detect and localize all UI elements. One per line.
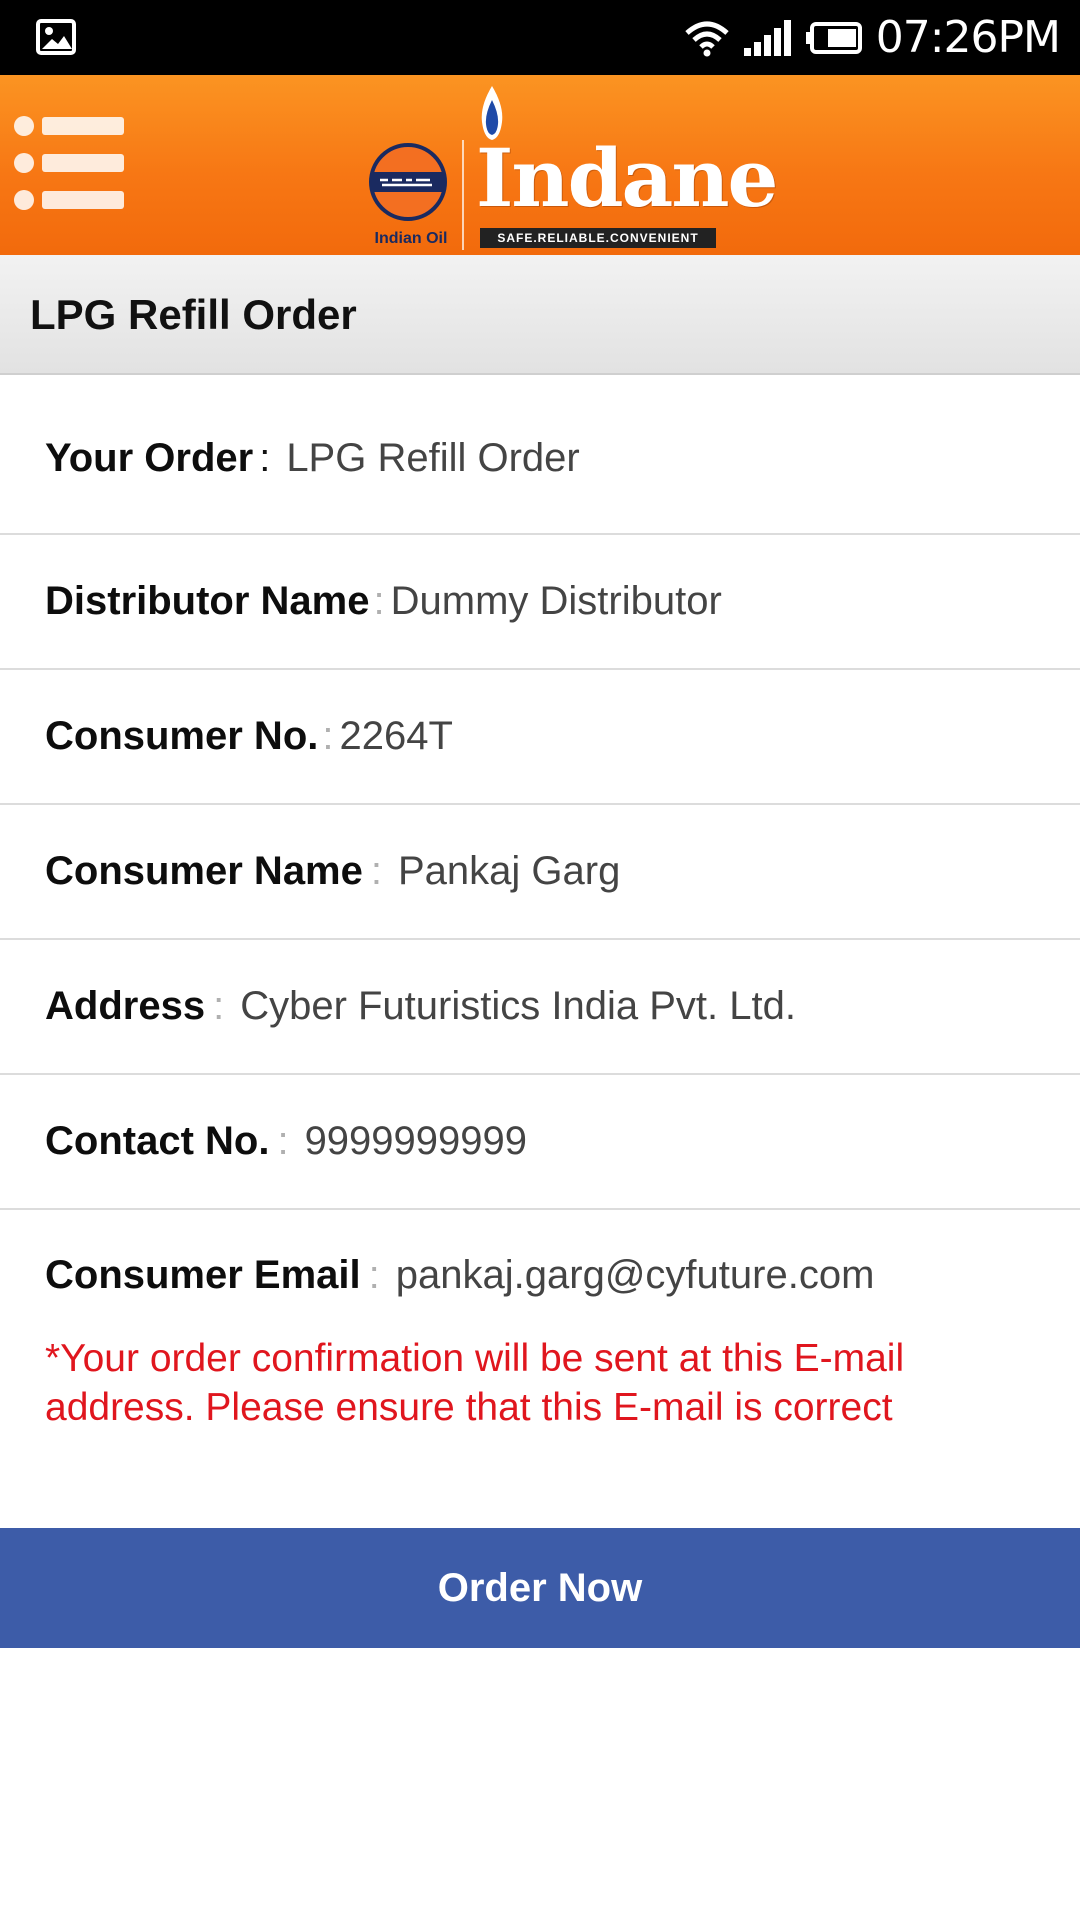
status-bar: 07:26PM — [0, 0, 1080, 75]
detail-row-consumer-no: Consumer No. : 2264T — [0, 670, 1080, 805]
email-value: pankaj.garg@cyfuture.com — [395, 1252, 875, 1297]
brand-name: Indane — [476, 131, 778, 225]
partner-logo-text: Indian Oil — [374, 230, 448, 247]
signal-icon — [743, 19, 791, 56]
detail-row-your-order: Your Order : LPG Refill Order — [0, 400, 1080, 535]
detail-row-consumer-name: Consumer Name : Pankaj Garg — [0, 805, 1080, 940]
detail-label: Your Order — [45, 436, 254, 480]
detail-value: 9999999999 — [304, 1119, 528, 1163]
brand-logo: Indian Oil Indane SAFE.RELIABLE.CONVENIE… — [368, 80, 778, 255]
detail-value: LPG Refill Order — [286, 436, 580, 480]
email-section: Consumer Email : pankaj.garg@cyfuture.co… — [0, 1230, 1080, 1432]
detail-separator: : — [259, 436, 271, 480]
detail-separator: : — [322, 714, 334, 758]
status-icons: 07:26PM — [684, 0, 1061, 75]
detail-value: Cyber Futuristics India Pvt. Ltd. — [240, 984, 796, 1028]
page-title: LPG Refill Order — [30, 291, 357, 338]
detail-label: Contact No. — [45, 1119, 270, 1163]
detail-value: Pankaj Garg — [398, 849, 621, 893]
detail-row-contact-no: Contact No. : 9999999999 — [0, 1075, 1080, 1210]
status-time: 07:26PM — [875, 12, 1061, 63]
battery-icon — [805, 21, 862, 54]
wifi-icon — [685, 21, 729, 56]
detail-separator: : — [373, 579, 385, 623]
brand-divider — [462, 140, 464, 250]
detail-value: Dummy Distributor — [390, 579, 722, 623]
detail-label: Consumer Name — [45, 849, 363, 893]
detail-label: Consumer No. — [45, 714, 319, 758]
order-details: Your Order : LPG Refill Order Distributo… — [0, 420, 1080, 1210]
photo-icon — [36, 19, 76, 55]
detail-row-consumer-email: Consumer Email : pankaj.garg@cyfuture.co… — [0, 1230, 1080, 1320]
title-bar: LPG Refill Order — [0, 255, 1080, 375]
email-warning-text: *Your order confirmation will be sent at… — [45, 1337, 905, 1429]
detail-separator: : — [213, 984, 225, 1028]
detail-label: Distributor Name — [45, 579, 370, 623]
detail-separator: : — [277, 1119, 289, 1163]
email-label: Consumer Email — [45, 1252, 361, 1297]
detail-label: Address — [45, 984, 206, 1028]
detail-row-distributor-name: Distributor Name : Dummy Distributor — [0, 535, 1080, 670]
detail-value: 2264T — [339, 714, 453, 758]
indian-oil-logo-icon — [369, 143, 447, 221]
brand-tagline: SAFE.RELIABLE.CONVENIENT — [480, 228, 716, 248]
detail-separator: : — [370, 849, 382, 893]
hamburger-menu-icon[interactable] — [14, 116, 124, 212]
order-now-button[interactable]: Order Now — [0, 1528, 1080, 1648]
detail-separator: : — [368, 1252, 380, 1297]
detail-row-address: Address : Cyber Futuristics India Pvt. L… — [0, 940, 1080, 1075]
